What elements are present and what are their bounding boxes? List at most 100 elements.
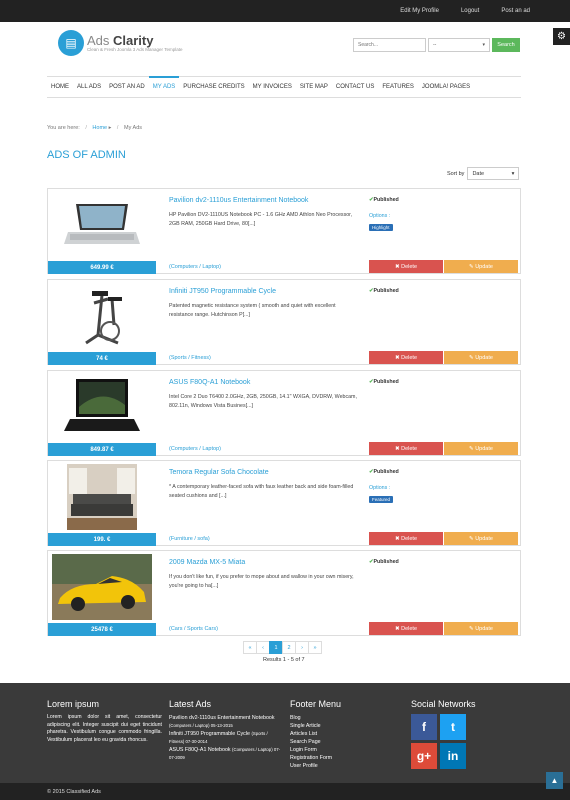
logo-subtitle: Clean & Fresh Joomla 3 Ads Manager Templ…: [87, 47, 183, 52]
ad-title[interactable]: ASUS F80Q-A1 Notebook: [169, 379, 250, 386]
pagination: « ‹ 1 2 › »: [243, 641, 322, 654]
nav-site-map[interactable]: SITE MAP: [296, 84, 332, 90]
logo[interactable]: ▤ Ads Clarity Clean & Fresh Joomla 3 Ads…: [58, 30, 182, 56]
update-button[interactable]: ✎ Update: [444, 260, 518, 273]
pager-page-1[interactable]: 1: [269, 641, 283, 654]
nav-home[interactable]: HOME: [47, 84, 73, 90]
search-form: -- ▾ Search: [353, 38, 520, 52]
nav-joomla-pages[interactable]: JOOMLA! PAGES: [418, 84, 474, 90]
footer-menu-item[interactable]: Login Form: [290, 746, 405, 754]
ad-title[interactable]: 2009 Mazda MX-5 Miata: [169, 559, 245, 566]
logout-link[interactable]: Logout: [461, 8, 479, 14]
ad-category[interactable]: (Furniture / sofa): [169, 536, 210, 542]
ad-title[interactable]: Infiniti JT950 Programmable Cycle: [169, 288, 276, 295]
update-button[interactable]: ✎ Update: [444, 532, 518, 545]
pager-first[interactable]: «: [243, 641, 257, 654]
ad-price: 199. €: [48, 533, 156, 546]
sort-control: Sort by Date ▾: [447, 167, 520, 180]
facebook-icon[interactable]: f: [411, 714, 437, 740]
ad-category[interactable]: (Sports / Fitness): [169, 355, 211, 361]
sort-label: Sort by: [447, 170, 465, 177]
footer-menu-item[interactable]: Search Page: [290, 738, 405, 746]
car-image[interactable]: [48, 551, 156, 623]
latest-ad-item[interactable]: Infiniti JT950 Programmable Cycle (Sport…: [169, 730, 284, 746]
pager-prev[interactable]: ‹: [256, 641, 270, 654]
footer-heading: Lorem ipsum: [47, 699, 100, 709]
chevron-right-icon: ▸: [107, 125, 112, 131]
ad-card: 199. € Temora Regular Sofa Chocolate * A…: [47, 460, 521, 546]
category-select[interactable]: -- ▾: [428, 38, 490, 52]
footer-menu-item[interactable]: Articles List: [290, 730, 405, 738]
footer-menu-item[interactable]: Registration Form: [290, 754, 405, 762]
pager-next[interactable]: ›: [295, 641, 309, 654]
search-input[interactable]: [353, 38, 426, 52]
document-icon: ▤: [58, 30, 84, 56]
delete-button[interactable]: ✖ Delete: [369, 622, 443, 635]
ad-description: If you don't like fun, if you prefer to …: [169, 574, 354, 589]
footer-text: Lorem ipsum dolor sit amet, consectetur …: [47, 714, 162, 743]
edit-profile-link[interactable]: Edit My Profile: [400, 8, 439, 14]
nav-contact-us[interactable]: CONTACT US: [332, 84, 378, 90]
delete-button[interactable]: ✖ Delete: [369, 260, 443, 273]
copyright-bar: © 2015 Classified Ads: [0, 783, 570, 800]
linkedin-icon[interactable]: in: [440, 743, 466, 769]
pager-last[interactable]: »: [308, 641, 322, 654]
ad-category[interactable]: (Cars / Sports Cars): [169, 626, 218, 632]
laptop-image[interactable]: [48, 189, 156, 261]
nav-my-ads[interactable]: MY ADS: [148, 76, 180, 90]
ad-price: 74 €: [48, 352, 156, 365]
breadcrumb-current: My Ads: [123, 125, 143, 131]
delete-label: Delete: [401, 535, 418, 542]
ad-category[interactable]: (Computers / Laptop): [169, 446, 221, 452]
main-nav: HOME ALL ADS POST AN AD MY ADS PURCHASE …: [47, 76, 521, 98]
footer-heading: Latest Ads: [169, 699, 212, 709]
update-button[interactable]: ✎ Update: [444, 622, 518, 635]
latest-ad-item[interactable]: Pavilion dv2-1110us Entertainment Notebo…: [169, 714, 284, 730]
nav-purchase-credits[interactable]: PURCHASE CREDITS: [179, 84, 248, 90]
update-button[interactable]: ✎ Update: [444, 442, 518, 455]
nav-features[interactable]: FEATURES: [378, 84, 418, 90]
twitter-icon[interactable]: t: [440, 714, 466, 740]
sort-select[interactable]: Date ▾: [467, 167, 520, 180]
chevron-down-icon: ▾: [482, 42, 485, 48]
ad-title[interactable]: Temora Regular Sofa Chocolate: [169, 469, 269, 476]
gear-icon[interactable]: ⚙: [553, 28, 570, 45]
ad-card: 25478 € 2009 Mazda MX-5 Miata If you don…: [47, 550, 521, 636]
delete-button[interactable]: ✖ Delete: [369, 442, 443, 455]
cycle-image[interactable]: [48, 280, 156, 352]
latest-ad-item[interactable]: ASUS F80Q-A1 Notebook (Computers / Lapto…: [169, 746, 284, 762]
delete-button[interactable]: ✖ Delete: [369, 351, 443, 364]
update-label: Update: [475, 263, 493, 270]
search-button[interactable]: Search: [492, 38, 520, 52]
pager-page-2[interactable]: 2: [282, 641, 296, 654]
ad-options-label: Options :: [369, 485, 391, 491]
chevron-up-icon[interactable]: ▲: [546, 772, 563, 789]
ad-title[interactable]: Pavilion dv2-1110us Entertainment Notebo…: [169, 197, 308, 204]
latest-ad-title: ASUS F80Q-A1 Notebook: [169, 747, 231, 753]
breadcrumb-separator: /: [116, 125, 119, 131]
nav-all-ads[interactable]: ALL ADS: [73, 84, 105, 90]
breadcrumb-home[interactable]: Home: [92, 125, 107, 131]
nav-post-ad[interactable]: POST AN AD: [105, 84, 149, 90]
latest-ad-title: Pavilion dv2-1110us Entertainment Notebo…: [169, 715, 275, 721]
footer-col-menu: Footer Menu Blog Single Article Articles…: [290, 699, 405, 770]
update-button[interactable]: ✎ Update: [444, 351, 518, 364]
ad-badge: Featured: [369, 496, 394, 503]
nav-my-invoices[interactable]: MY INVOICES: [249, 84, 296, 90]
ad-category[interactable]: (Computers / Laptop): [169, 264, 221, 270]
notebook-image[interactable]: [48, 371, 156, 443]
update-label: Update: [475, 625, 493, 632]
update-label: Update: [475, 354, 493, 361]
ad-badge: Highlight: [369, 224, 393, 231]
ad-price: 25478 €: [48, 623, 156, 636]
post-ad-link[interactable]: Post an ad: [501, 8, 530, 14]
footer: Lorem ipsum Lorem ipsum dolor sit amet, …: [0, 683, 570, 783]
update-label: Update: [475, 445, 493, 452]
delete-button[interactable]: ✖ Delete: [369, 532, 443, 545]
footer-menu-item[interactable]: Single Article: [290, 722, 405, 730]
footer-menu-item[interactable]: User Profile: [290, 762, 405, 770]
ad-price: 849.87 €: [48, 443, 156, 456]
sofa-image[interactable]: [48, 461, 156, 533]
google-plus-icon[interactable]: g+: [411, 743, 437, 769]
footer-menu-item[interactable]: Blog: [290, 714, 405, 722]
